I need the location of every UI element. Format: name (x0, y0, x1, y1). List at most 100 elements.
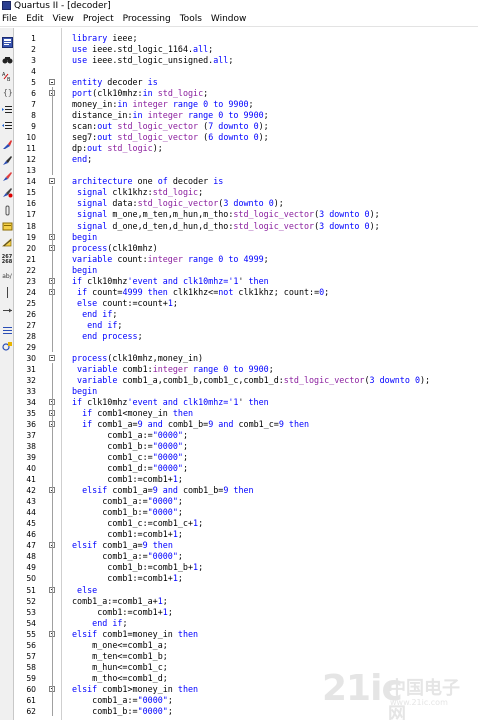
code-text: comb1_b:="0000"; (72, 507, 183, 518)
code-text: end if; (92, 617, 128, 628)
code-text: m_tho<=comb1_d; (72, 672, 168, 683)
line-number: 49 (26, 563, 36, 573)
code-text: end if; (87, 319, 123, 330)
code-text: elsif comb1>money_in then (72, 683, 199, 694)
line-number: 12 (26, 155, 36, 165)
line-number: 1 (31, 34, 36, 43)
code-text: comb1_b:="0000"; (72, 441, 188, 452)
line-number: 58 (26, 662, 36, 672)
code-text: else (77, 584, 98, 595)
line-number: 62 (26, 706, 36, 716)
line-number: 3 (31, 56, 36, 66)
code-text: variable comb1_a,comb1_b,comb1_c,comb1_d… (77, 374, 431, 385)
line-number: 15 (26, 188, 36, 198)
line-number: 23 (26, 276, 36, 286)
fold-toggle-icon[interactable] (49, 354, 55, 361)
window-title: Quartus II - [decoder] (14, 1, 111, 11)
code-text: port(clk10mhz:in std_logic; (72, 88, 209, 99)
line-number: 54 (26, 618, 36, 628)
code-text: architecture one of decoder is (72, 176, 224, 187)
line-number: 57 (26, 651, 36, 661)
fold-guide (52, 186, 53, 352)
line-number: 22 (26, 265, 36, 275)
line-number: 5 (31, 78, 36, 88)
line-number: 59 (26, 673, 36, 683)
code-text: if comb1_a=9 and comb1_b=9 and comb1_c=9… (82, 419, 310, 430)
code-text: comb1_c:=comb1_c+1; (72, 518, 204, 529)
code-text: process(clk10mhz) (72, 242, 158, 253)
code-text: money_in:in integer range 0 to 9900; (72, 99, 254, 110)
code-text: end; (72, 154, 93, 165)
code-text: elsif comb1=money_in then (72, 628, 199, 639)
code-text: signal d_one,d_ten,d_hun,d_tho:std_logic… (77, 220, 380, 231)
line-number: 8 (31, 111, 36, 121)
line-number: 30 (26, 353, 36, 363)
menu-project[interactable]: Project (83, 14, 114, 24)
line-number: 55 (26, 629, 36, 639)
line-number: 9 (31, 122, 36, 132)
code-text: comb1_c:="0000"; (72, 452, 188, 463)
line-number: 34 (26, 397, 36, 407)
line-number: 2 (31, 45, 36, 55)
code-text: comb1_b:="0000"; (72, 705, 173, 716)
line-number: 44 (26, 508, 36, 518)
line-number: 29 (26, 342, 36, 352)
code-text: scan:out std_logic_vector (7 downto 0); (72, 121, 269, 132)
code-text: else count:=count+1; (77, 297, 178, 308)
code-text: if count=4999 then clk1khz<=not clk1khz;… (77, 286, 330, 297)
menu-view[interactable]: View (53, 14, 74, 24)
code-text: if clk10mhz'event and clk10mhz='1' then (72, 396, 269, 407)
line-number: 4 (31, 67, 36, 77)
line-number: 51 (26, 585, 36, 595)
menu-window[interactable]: Window (211, 14, 247, 24)
line-number: 42 (26, 486, 36, 496)
line-number: 26 (26, 309, 36, 319)
code-text: signal clk1khz:std_logic; (77, 187, 204, 198)
line-number: 18 (26, 221, 36, 231)
code-text: process(clk10mhz,money_in) (72, 352, 204, 363)
code-text: elsif comb1_a=9 then (72, 540, 173, 551)
code-text: begin (72, 385, 98, 396)
line-number: 37 (26, 431, 36, 441)
code-text: m_hun<=comb1_c; (72, 661, 168, 672)
menu-processing[interactable]: Processing (123, 14, 171, 24)
code-text: m_one<=comb1_a; (72, 639, 168, 650)
menu-bar: File Edit View Project Processing Tools Window (0, 12, 478, 27)
code-text: seg7:out std_logic_vector (6 downto 0); (72, 132, 269, 143)
line-number: 13 (26, 166, 36, 176)
line-number: 39 (26, 453, 36, 463)
code-text: comb1:=comb1+1; (72, 573, 183, 584)
code-text: use ieee.std_logic_1164.all; (72, 44, 214, 55)
window-title-bar: Quartus II - [decoder] (0, 0, 478, 12)
line-number: 60 (26, 684, 36, 694)
line-number: 17 (26, 210, 36, 220)
code-text: comb1_a:=comb1_a+1; (72, 595, 168, 606)
menu-file[interactable]: File (2, 14, 17, 24)
line-number: 25 (26, 298, 36, 308)
line-number: 14 (26, 177, 36, 187)
code-text: comb1:=comb1+1; (72, 606, 173, 617)
code-text: entity decoder is (72, 77, 158, 88)
code-text: if clk10mhz'event and clk10mhz='1' then (72, 275, 269, 286)
line-number: 41 (26, 475, 36, 485)
code-text: end process; (82, 330, 143, 341)
line-number: 6 (31, 89, 36, 99)
code-text: signal data:std_logic_vector(3 downto 0)… (77, 198, 284, 209)
code-text: begin (72, 231, 98, 242)
line-number: 21 (26, 254, 36, 264)
code-text: comb1_a:="0000"; (72, 430, 188, 441)
line-number: 10 (26, 133, 36, 143)
line-number: 32 (26, 375, 36, 385)
menu-tools[interactable]: Tools (180, 14, 202, 24)
line-number: 61 (26, 695, 36, 705)
line-number: 19 (26, 232, 36, 242)
fold-toggle-icon[interactable] (49, 79, 55, 86)
menu-edit[interactable]: Edit (26, 14, 43, 24)
fold-toggle-icon[interactable] (49, 178, 55, 185)
line-number: 48 (26, 552, 36, 562)
code-lines: 1 library ieee; 2 use ieee.std_logic_1164.a… (0, 28, 478, 720)
code-text: variable comb1:integer range 0 to 9900; (77, 363, 274, 374)
line-number: 11 (26, 144, 36, 154)
code-text: comb1_b:=comb1_b+1; (72, 562, 204, 573)
line-number: 50 (26, 574, 36, 584)
